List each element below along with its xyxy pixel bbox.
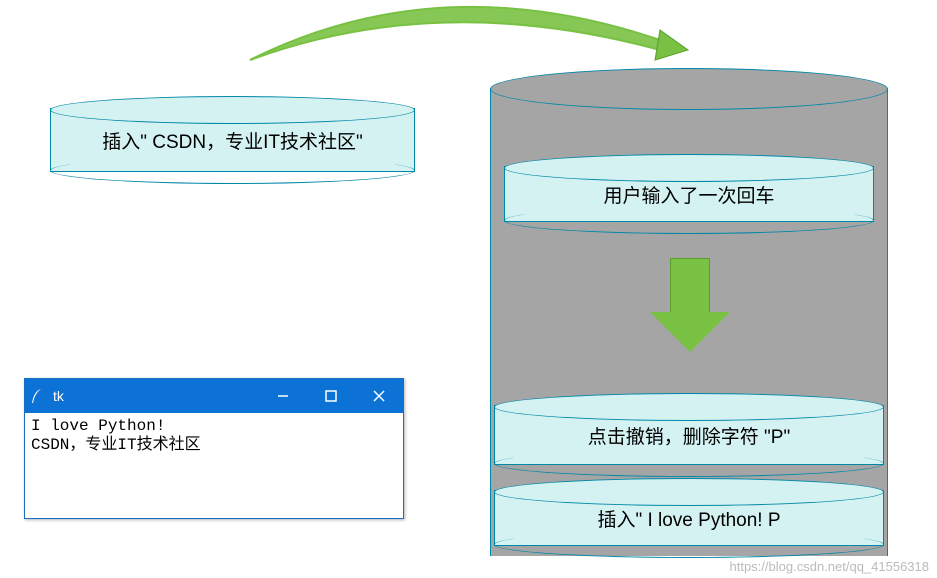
stack-item-undo-label: 点击撤销，删除字符 "P" — [588, 422, 790, 449]
tk-window: tk I love Python! CSDN，专业IT技术社区 — [24, 378, 404, 519]
stack-item-insert-python: 插入" I love Python! P — [494, 490, 884, 546]
maximize-button[interactable] — [307, 379, 355, 413]
close-button[interactable] — [355, 379, 403, 413]
tk-title-text: tk — [49, 388, 259, 404]
tk-titlebar: tk — [25, 379, 403, 413]
tk-feather-icon — [25, 388, 49, 404]
left-cylinder-insert-csdn: 插入" CSDN，专业IT技术社区" — [50, 108, 415, 172]
tk-text-content[interactable]: I love Python! CSDN，专业IT技术社区 — [25, 413, 403, 518]
minimize-button[interactable] — [259, 379, 307, 413]
stack-item-enter: 用户输入了一次回车 — [504, 166, 874, 222]
down-arrow-icon — [650, 258, 730, 352]
watermark-text: https://blog.csdn.net/qq_41556318 — [730, 559, 930, 574]
stack-item-insert-label: 插入" I love Python! P — [597, 505, 780, 532]
left-cylinder-label: 插入" CSDN，专业IT技术社区" — [102, 127, 363, 154]
stack-item-enter-label: 用户输入了一次回车 — [603, 181, 774, 208]
stack-item-undo-delete: 点击撤销，删除字符 "P" — [494, 405, 884, 465]
